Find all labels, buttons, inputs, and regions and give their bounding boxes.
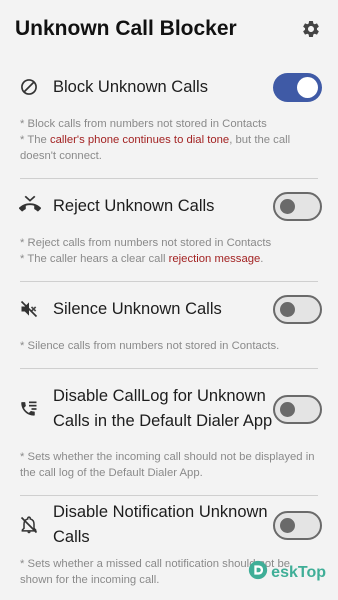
call-log-icon [16,399,46,419]
app-title: Unknown Call Blocker [15,17,237,40]
reject-unknown-toggle[interactable] [273,191,322,221]
disable-calllog-toggle[interactable] [273,394,322,424]
setting-description: * Reject calls from numbers not stored i… [16,235,322,267]
notifications-off-icon [16,515,46,535]
setting-block-unknown: Block Unknown Calls * Block calls from n… [16,58,322,178]
setting-description: * Block calls from numbers not stored in… [16,116,322,164]
setting-disable-calllog: Disable CallLog for Unknown Calls in the… [20,368,322,495]
note-line: * The caller hears a clear call rejectio… [20,253,264,265]
setting-silence-unknown: Silence Unknown Calls * Silence calls fr… [20,281,322,368]
watermark: eskTop [247,559,326,586]
block-unknown-toggle[interactable] [273,72,322,102]
setting-label: Disable Notification Unknown Calls [53,503,268,546]
note-line: * Silence calls from numbers not stored … [20,340,280,352]
disable-notification-toggle[interactable] [273,510,322,540]
gear-icon[interactable] [300,18,322,40]
setting-label: Reject Unknown Calls [53,196,215,215]
note-line: * Block calls from numbers not stored in… [20,118,267,130]
note-line: * Reject calls from numbers not stored i… [20,237,272,249]
setting-label: Silence Unknown Calls [53,299,222,318]
watermark-text: eskTop [271,563,326,581]
setting-label: Block Unknown Calls [53,77,208,96]
note-line: * The caller's phone continues to dial t… [20,134,291,162]
block-icon [16,77,46,97]
setting-label: Disable CallLog for Unknown Calls in the… [53,387,273,430]
volume-off-icon [16,299,46,319]
setting-description: * Silence calls from numbers not stored … [16,338,322,354]
app-bar: Unknown Call Blocker [0,0,338,58]
silence-unknown-toggle[interactable] [273,294,322,324]
call-end-icon [16,195,46,217]
desktop-logo-icon [247,559,269,586]
note-line: * Sets whether the incoming call should … [20,451,315,479]
setting-description: * Sets whether the incoming call should … [16,449,322,481]
setting-reject-unknown: Reject Unknown Calls * Reject calls from… [19,178,322,281]
